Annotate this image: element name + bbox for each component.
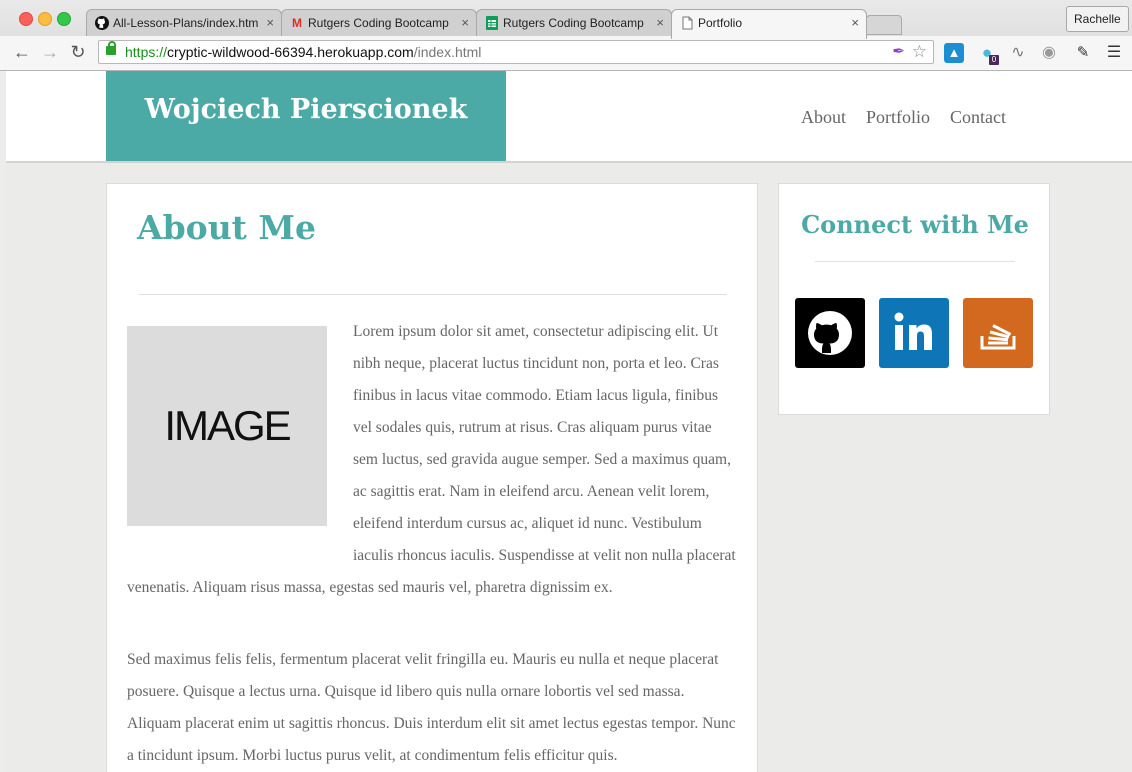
tab-title: Portfolio <box>698 16 743 30</box>
stackoverflow-icon <box>980 324 1016 350</box>
about-paragraph-1: Lorem ipsum dolor sit amet, consectetur … <box>127 316 739 604</box>
back-icon[interactable]: ← <box>12 42 32 63</box>
about-title: About Me <box>137 208 316 247</box>
github-link[interactable] <box>795 298 865 368</box>
close-tab-icon[interactable]: × <box>851 15 859 30</box>
lock-icon <box>106 41 116 55</box>
tab-github[interactable]: All-Lesson-Plans/index.htm × <box>86 9 282 37</box>
reload-icon[interactable]: ↻ <box>68 42 88 63</box>
about-section: About Me IMAGE Lorem ipsum dolor sit ame… <box>106 183 758 772</box>
eyedropper-extension-icon[interactable]: ✎ <box>1073 43 1093 63</box>
ghostery-icon[interactable]: ● 0 <box>977 43 999 65</box>
globe-extension-icon[interactable]: ◉ <box>1039 43 1059 63</box>
minimize-window-button[interactable] <box>38 12 52 26</box>
close-tab-icon[interactable]: × <box>266 15 274 30</box>
gmail-icon: M <box>292 16 302 30</box>
page-viewport: Wojciech Pierscionek About Portfolio Con… <box>6 71 1132 772</box>
linkedin-icon <box>894 312 932 350</box>
browser-toolbar: ← → ↻ https://cryptic-wildwood-66394.her… <box>0 36 1132 70</box>
github-icon <box>95 16 109 30</box>
connect-title: Connect with Me <box>801 210 1029 239</box>
close-window-button[interactable] <box>19 12 33 26</box>
linkedin-link[interactable] <box>879 298 949 368</box>
nav-portfolio[interactable]: Portfolio <box>866 107 930 128</box>
divider <box>139 294 727 295</box>
menu-icon[interactable]: ☰ <box>1104 43 1124 63</box>
divider <box>815 261 1015 262</box>
bookmark-star-icon[interactable]: ☆ <box>912 41 927 63</box>
tab-title: Rutgers Coding Bootcamp <box>308 16 449 30</box>
github-icon <box>808 311 852 355</box>
connect-section: Connect with Me <box>778 183 1050 415</box>
url-path: /index.html <box>413 44 482 60</box>
address-bar[interactable]: https://cryptic-wildwood-66394.herokuapp… <box>98 40 934 64</box>
nav-contact[interactable]: Contact <box>950 107 1006 128</box>
close-tab-icon[interactable]: × <box>461 15 469 30</box>
user-profile-button[interactable]: Rachelle <box>1066 6 1129 32</box>
tab-title: All-Lesson-Plans/index.htm <box>113 16 259 30</box>
maximize-window-button[interactable] <box>57 12 71 26</box>
document-icon <box>680 16 694 30</box>
nav-about[interactable]: About <box>801 107 846 128</box>
stackoverflow-link[interactable] <box>963 298 1033 368</box>
sheets-icon <box>485 16 499 30</box>
pulse-extension-icon[interactable]: ∿ <box>1008 43 1028 63</box>
url-scheme: https:// <box>125 44 168 60</box>
forward-icon[interactable]: → <box>40 42 60 63</box>
feather-extension-icon[interactable]: ✒ <box>892 41 905 63</box>
site-brand[interactable]: Wojciech Pierscionek <box>106 71 506 161</box>
extension-icon[interactable]: ▲ <box>944 43 964 63</box>
tab-title: Rutgers Coding Bootcamp <box>503 16 644 30</box>
tab-sheets[interactable]: Rutgers Coding Bootcamp × <box>476 9 672 37</box>
tab-portfolio[interactable]: Portfolio × <box>671 9 867 39</box>
close-tab-icon[interactable]: × <box>656 15 664 30</box>
new-tab-button[interactable] <box>866 15 902 35</box>
browser-chrome: All-Lesson-Plans/index.htm × M Rutgers C… <box>0 0 1132 71</box>
url-host: cryptic-wildwood-66394.herokuapp.com <box>167 44 414 60</box>
extension-badge: 0 <box>989 55 999 65</box>
about-paragraph-2: Sed maximus felis felis, fermentum place… <box>127 651 736 764</box>
tab-gmail[interactable]: M Rutgers Coding Bootcamp × <box>281 9 477 37</box>
site-header: Wojciech Pierscionek About Portfolio Con… <box>6 71 1132 163</box>
